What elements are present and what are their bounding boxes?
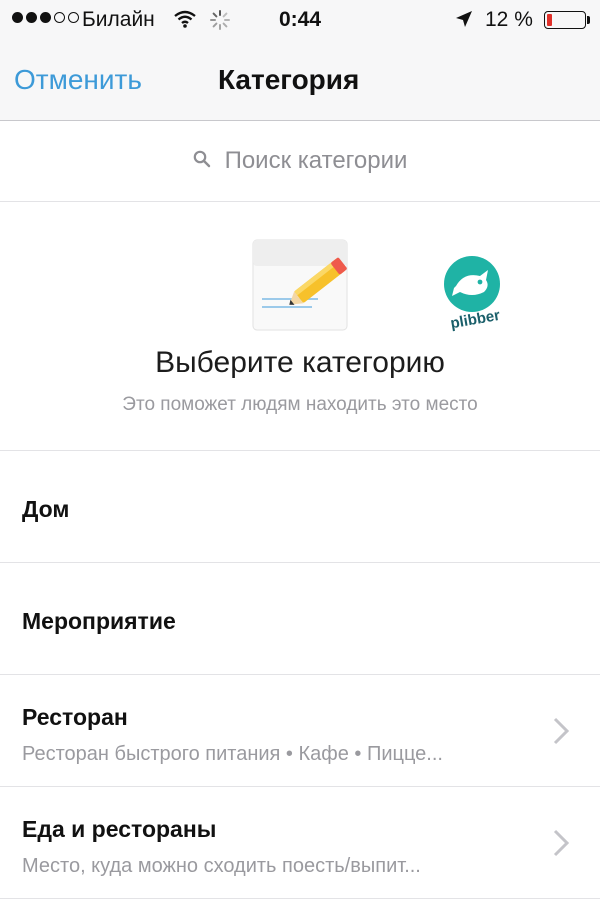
battery-level-fill [547, 14, 552, 26]
cancel-button[interactable]: Отменить [14, 64, 142, 96]
category-title: Мероприятие [22, 608, 176, 634]
chevron-right-icon [552, 828, 570, 863]
search-input[interactable]: Поиск категории [30, 139, 570, 183]
search-icon [193, 150, 211, 173]
category-prompt: plibber Выберите категорию Это поможет л… [0, 202, 600, 451]
location-arrow-icon [455, 10, 473, 34]
category-title: Ресторан [22, 704, 128, 730]
category-row-restaurant[interactable]: Ресторан Ресторан быстрого питания • Каф… [0, 675, 600, 787]
status-bar: Билайн 0:44 12 % [0, 0, 600, 40]
category-title: Дом [22, 496, 70, 522]
navigation-bar: Отменить Категория [0, 40, 600, 121]
category-list: Дом Мероприятие Ресторан Ресторан быстро… [0, 451, 600, 899]
category-row-food-and-restaurants[interactable]: Еда и рестораны Место, куда можно сходит… [0, 787, 600, 899]
search-bar: Поиск категории [0, 121, 600, 202]
category-title: Еда и рестораны [22, 816, 217, 842]
category-row-event[interactable]: Мероприятие [0, 563, 600, 675]
prompt-title: Выберите категорию [155, 346, 445, 379]
plibber-logo: plibber [436, 254, 516, 339]
svg-text:plibber: plibber [449, 307, 501, 332]
category-row-home[interactable]: Дом [0, 451, 600, 563]
page-title: Категория [218, 64, 360, 95]
battery-percent: 12 % [485, 8, 533, 31]
category-subtitle: Место, куда можно сходить поесть/выпит..… [22, 855, 421, 877]
battery-tip [587, 16, 590, 24]
search-placeholder: Поиск категории [224, 147, 408, 174]
battery-icon [544, 11, 586, 29]
category-subtitle: Ресторан быстрого питания • Кафе • Пицце… [22, 743, 443, 765]
chevron-right-icon [552, 716, 570, 751]
pencil-notepad-icon [252, 239, 348, 336]
prompt-subtitle: Это поможет людям находить это место [122, 394, 478, 415]
